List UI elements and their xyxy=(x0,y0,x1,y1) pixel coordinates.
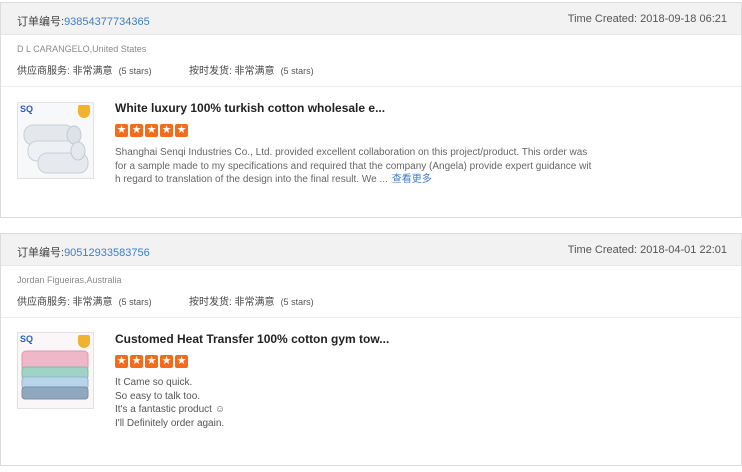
star-icon xyxy=(115,123,128,137)
medal-icon xyxy=(78,335,90,348)
buyer-name: Jordan Figueiras,Australia xyxy=(17,275,122,285)
star-icon xyxy=(160,354,173,368)
on-time-delivery-rating: 按时发货: 非常满意 (5 stars) xyxy=(189,293,314,308)
star-icon xyxy=(175,354,188,368)
product-thumbnail[interactable]: SQ xyxy=(17,332,94,409)
divider xyxy=(1,86,741,87)
star-icon xyxy=(130,354,143,368)
star-icon xyxy=(145,354,158,368)
order-number-label: 订单编号: xyxy=(17,16,65,28)
supplier-service-rating: 供应商服务: 非常满意 xyxy=(17,297,113,308)
star-icon xyxy=(130,123,143,137)
order-header: 订单编号:93854377734365 Time Created: 2018-0… xyxy=(1,3,741,35)
supplier-service-stars: (5 stars) xyxy=(118,297,152,307)
order-card: 订单编号:93854377734365 Time Created: 2018-0… xyxy=(0,2,742,218)
product-title[interactable]: White luxury 100% turkish cotton wholesa… xyxy=(115,101,385,115)
review-line: It's a fantastic product ☺ xyxy=(115,404,225,416)
order-number: 订单编号:90512933583756 xyxy=(17,244,150,260)
delivery-rating-stars: (5 stars) xyxy=(280,297,314,307)
time-created: Time Created: 2018-09-18 06:21 xyxy=(567,13,727,25)
brand-logo: SQ xyxy=(20,334,34,344)
review-line: It Came so quick. xyxy=(115,377,193,388)
star-icon xyxy=(115,354,128,368)
order-number-link[interactable]: 90512933583756 xyxy=(64,247,150,259)
service-ratings: 供应商服务: 非常满意 (5 stars) 按时发货: 非常满意 (5 stars) xyxy=(17,62,314,77)
order-number-label: 订单编号: xyxy=(17,247,65,259)
star-icon xyxy=(175,123,188,137)
order-header: 订单编号:90512933583756 Time Created: 2018-0… xyxy=(1,234,741,266)
review-line: I'll Definitely order again. xyxy=(115,417,225,429)
divider xyxy=(1,317,741,318)
star-icon xyxy=(145,123,158,137)
star-rating xyxy=(115,123,190,142)
delivery-rating-label: 按时发货: 非常满意 xyxy=(189,66,275,77)
delivery-rating-label: 按时发货: 非常满意 xyxy=(189,297,275,308)
order-card: 订单编号:90512933583756 Time Created: 2018-0… xyxy=(0,233,742,466)
order-number-link[interactable]: 93854377734365 xyxy=(64,16,150,28)
product-thumbnail[interactable]: SQ xyxy=(17,102,94,179)
supplier-service-stars: (5 stars) xyxy=(118,66,152,76)
review-line: for a sample made to my specifications a… xyxy=(115,160,592,172)
supplier-service-rating: 供应商服务: 非常满意 xyxy=(17,66,113,77)
buyer-name: D L CARANGELO,United States xyxy=(17,44,147,54)
star-rating xyxy=(115,354,190,373)
delivery-rating-stars: (5 stars) xyxy=(280,66,314,76)
product-title[interactable]: Customed Heat Transfer 100% cotton gym t… xyxy=(115,332,389,346)
brand-logo: SQ xyxy=(20,104,34,114)
review-line: So easy to talk too. xyxy=(115,390,201,402)
star-icon xyxy=(160,123,173,137)
review-text: It Came so quick. So easy to talk too. I… xyxy=(115,376,225,430)
review-line: h regard to translation of the design in… xyxy=(115,174,388,185)
review-line-last: h regard to translation of the design in… xyxy=(115,173,615,187)
on-time-delivery-rating: 按时发货: 非常满意 (5 stars) xyxy=(189,62,314,77)
review-line: Shanghai Senqi Industries Co., Ltd. prov… xyxy=(115,147,588,158)
time-created: Time Created: 2018-04-01 22:01 xyxy=(567,244,727,256)
see-more-link[interactable]: 查看更多 xyxy=(392,174,432,185)
service-ratings: 供应商服务: 非常满意 (5 stars) 按时发货: 非常满意 (5 stars) xyxy=(17,293,314,308)
order-number: 订单编号:93854377734365 xyxy=(17,13,150,29)
medal-icon xyxy=(78,105,90,118)
review-text: Shanghai Senqi Industries Co., Ltd. prov… xyxy=(115,146,615,187)
